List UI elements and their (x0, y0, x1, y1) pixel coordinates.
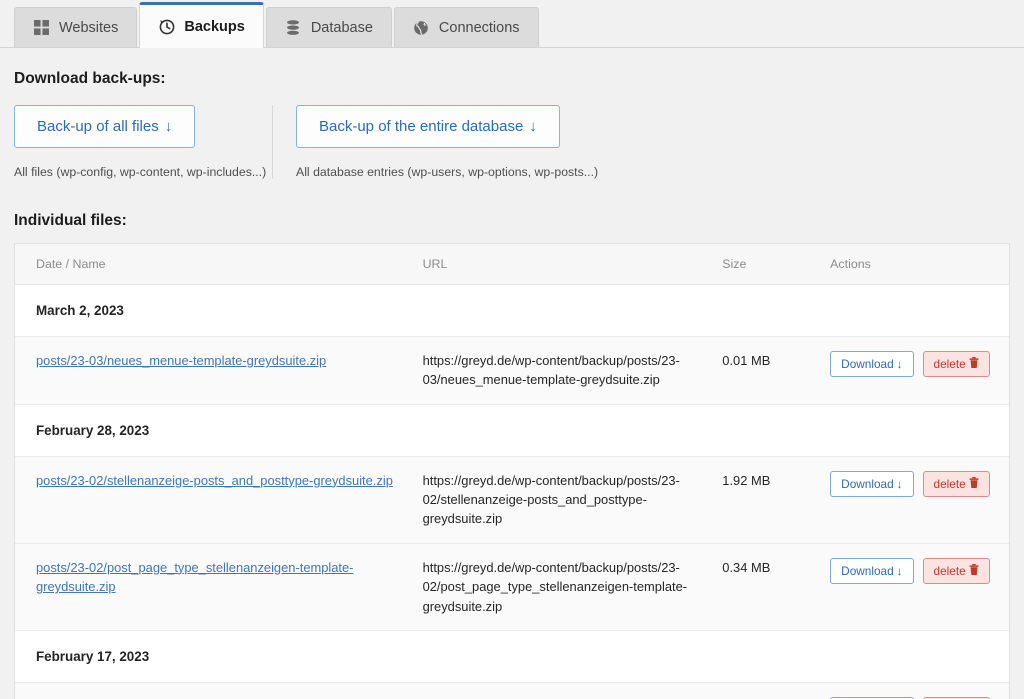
date-group-label: March 2, 2023 (36, 303, 124, 318)
download-arrow-icon: ↓ (896, 357, 903, 371)
trash-icon (969, 563, 979, 578)
download-arrow-icon: ↓ (164, 118, 173, 135)
file-size-text: 0.34 MB (722, 559, 771, 575)
date-group-spacer (722, 285, 830, 321)
file-url-cell: https://greyd.de/wp-content/backup/posts… (423, 544, 723, 630)
file-size-cell: 0.79 KB (722, 683, 830, 699)
date-group-spacer (423, 631, 723, 667)
download-database-column: Back-up of the entire database ↓ All dat… (272, 105, 692, 179)
date-group-spacer (830, 285, 1009, 321)
table-header-row: Date / Name URL Size Actions (15, 244, 1009, 285)
column-header-date-name: Date / Name (36, 257, 106, 271)
tab-label: Backups (184, 18, 245, 35)
file-url-text: https://greyd.de/wp-content/backup/posts… (422, 559, 688, 614)
file-actions-cell: Download↓ delete (830, 457, 1009, 511)
backup-all-files-hint: All files (wp-config, wp-content, wp-inc… (14, 165, 267, 179)
file-name-cell: posts/23-02/post-posttype-greydsuite.zip (15, 683, 423, 699)
table-row: posts/23-02/post_page_type_stellenanzeig… (15, 543, 1009, 631)
row-actions: Download↓ delete (830, 470, 999, 497)
table-row: posts/23-02/post-posttype-greydsuite.zip… (15, 682, 1009, 699)
file-name-cell: posts/23-02/post_page_type_stellenanzeig… (15, 544, 423, 611)
download-files-column: Back-up of all files ↓ All files (wp-con… (14, 105, 272, 179)
file-name-link[interactable]: posts/23-03/neues_menue-template-greydsu… (36, 353, 326, 368)
date-group-spacer (423, 405, 723, 441)
file-size-cell: 0.34 MB (722, 544, 830, 591)
file-actions-cell: Download↓delete (830, 683, 1009, 699)
table-row: posts/23-02/stellenanzeige-posts_and_pos… (15, 456, 1009, 544)
globe-icon (413, 19, 430, 36)
backup-entire-database-hint: All database entries (wp-users, wp-optio… (296, 165, 599, 179)
delete-button-label: delete (933, 357, 966, 371)
column-header-size: Size (722, 257, 747, 271)
date-group-spacer (722, 405, 830, 441)
grid-icon (33, 19, 50, 36)
database-icon (285, 19, 302, 36)
trash-icon (969, 476, 979, 491)
download-arrow-icon: ↓ (896, 476, 903, 491)
date-group-spacer (830, 405, 1009, 441)
page-content: Download back-ups: Back-up of all files … (0, 70, 1024, 699)
file-size-text: 1.92 MB (722, 472, 771, 488)
file-size-cell: 1.92 MB (722, 457, 830, 504)
download-button-label: Download (841, 563, 894, 578)
date-group-spacer (423, 285, 723, 321)
column-header-url: URL (422, 257, 448, 271)
download-arrow-icon: ↓ (896, 563, 903, 578)
row-actions: Download↓ delete (830, 351, 999, 377)
column-header-actions: Actions (830, 257, 871, 271)
date-group-label: February 28, 2023 (36, 422, 150, 438)
download-button-label: Download (841, 357, 894, 371)
file-url-cell: https://greyd.de/wp-content/backup/posts… (423, 457, 723, 543)
file-name-link[interactable]: posts/23-02/post_page_type_stellenanzeig… (36, 560, 353, 594)
file-name-cell: posts/23-02/stellenanzeige-posts_and_pos… (15, 457, 423, 504)
history-icon (158, 18, 175, 35)
tab-websites[interactable]: Websites (14, 7, 138, 47)
download-arrow-icon: ↓ (529, 118, 537, 135)
download-button[interactable]: Download↓ (830, 557, 914, 584)
file-url-text: https://greyd.de/wp-content/backup/posts… (422, 472, 680, 527)
download-button[interactable]: Download↓ (830, 470, 914, 497)
date-group-row: February 17, 2023 (15, 630, 1009, 683)
tab-connections[interactable]: Connections (393, 7, 539, 47)
row-actions: Download↓ delete (830, 557, 999, 584)
trash-icon (969, 357, 979, 371)
date-group-label: February 17, 2023 (36, 648, 150, 664)
download-section-title: Download back-ups: (14, 70, 166, 87)
delete-button[interactable]: delete (922, 470, 990, 497)
download-buttons-area: Back-up of all files ↓ All files (wp-con… (14, 105, 1010, 179)
backup-all-files-button[interactable]: Back-up of all files ↓ (14, 105, 196, 148)
tab-database[interactable]: Database (265, 7, 392, 47)
file-size-cell: 0.01 MB (722, 337, 830, 384)
file-size-text: 0.01 MB (722, 353, 771, 368)
date-group-spacer (830, 631, 1009, 667)
file-actions-cell: Download↓ delete (830, 544, 1009, 598)
date-group-row: March 2, 2023 (15, 285, 1009, 337)
delete-button[interactable]: delete (922, 557, 990, 584)
backup-all-files-label: Back-up of all files (37, 118, 159, 135)
file-name-cell: posts/23-03/neues_menue-template-greydsu… (15, 337, 423, 384)
delete-button-label: delete (933, 563, 966, 578)
delete-button[interactable]: delete (922, 351, 990, 377)
individual-files-title: Individual files: (14, 212, 127, 229)
file-url-cell: https://greyd.de/wp-content/backup/posts… (423, 337, 723, 404)
file-name-link[interactable]: posts/23-02/stellenanzeige-posts_and_pos… (36, 473, 393, 488)
backup-entire-database-label: Back-up of the entire database (319, 118, 524, 135)
tab-label: Websites (59, 19, 119, 36)
date-group-row: February 28, 2023 (15, 404, 1009, 457)
tab-label: Database (310, 19, 373, 36)
file-url-cell: https://greyd.de/wp-content/backup/posts… (423, 683, 723, 699)
tab-bar: Websites Backups Database Connections (0, 0, 1024, 48)
backup-entire-database-button[interactable]: Back-up of the entire database ↓ (296, 105, 560, 148)
file-url-text: https://greyd.de/wp-content/backup/posts… (422, 353, 680, 388)
table-row: posts/23-03/neues_menue-template-greydsu… (15, 337, 1009, 405)
tab-backups[interactable]: Backups (139, 2, 264, 48)
download-button-label: Download (841, 476, 894, 491)
download-button[interactable]: Download↓ (830, 351, 914, 377)
tab-label: Connections (438, 19, 520, 36)
file-actions-cell: Download↓ delete (830, 337, 1009, 391)
delete-button-label: delete (933, 476, 966, 491)
date-group-spacer (722, 631, 830, 667)
backups-table: Date / Name URL Size Actions March 2, 2023 po… (14, 243, 1010, 699)
